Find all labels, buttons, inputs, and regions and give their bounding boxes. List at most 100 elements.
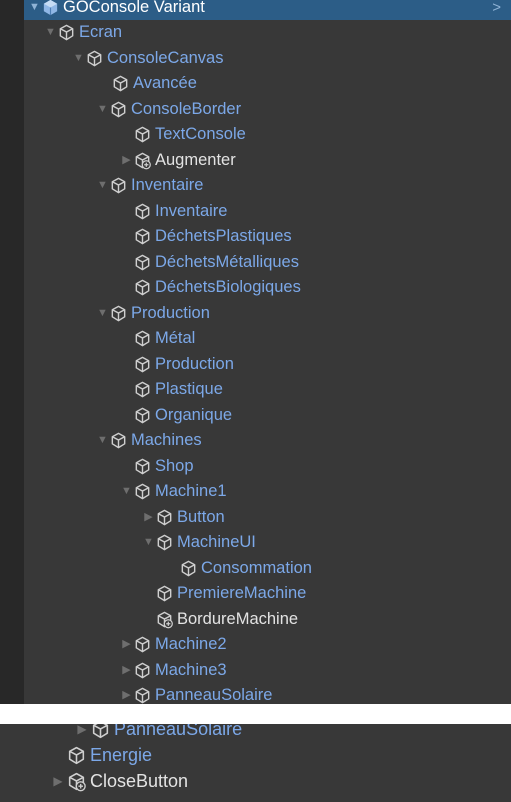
hierarchy-row[interactable]: Shop xyxy=(24,454,511,479)
hierarchy-row[interactable]: DéchetsPlastiques xyxy=(24,224,511,249)
hierarchy-row-label: ConsoleBorder xyxy=(131,99,242,118)
gameobject-cube-icon xyxy=(135,483,150,500)
hierarchy-row[interactable]: ▶ Augmenter xyxy=(24,148,511,173)
gameobject-cube-icon xyxy=(135,636,150,653)
hierarchy-row-label: Energie xyxy=(90,744,153,765)
gameobject-cube-icon xyxy=(111,177,126,194)
hierarchy-row-label: Machines xyxy=(131,431,202,449)
hierarchy-row[interactable]: ▶ PanneauSolaire xyxy=(24,683,511,704)
hierarchy-row[interactable]: Métal xyxy=(24,326,511,351)
gameobject-cube-icon xyxy=(181,560,196,576)
hierarchy-root-row[interactable]: ▼ GOConsole Variant xyxy=(24,0,511,20)
hierarchy-row[interactable]: BordureMachine xyxy=(24,607,511,632)
gameobject-cube-icon xyxy=(135,254,150,270)
gameobject-cube-icon xyxy=(135,203,150,219)
hierarchy-row[interactable]: ▶ PanneauSolaire xyxy=(46,724,511,742)
hierarchy-row[interactable]: Production xyxy=(24,352,511,377)
gameobject-cube-icon xyxy=(92,724,109,738)
gameobject-cube-icon xyxy=(135,381,150,398)
gameobject-cube-icon xyxy=(111,101,126,117)
hierarchy-row[interactable]: TextConsole xyxy=(24,122,511,147)
hierarchy-root-label: GOConsole Variant xyxy=(63,0,205,16)
hierarchy-row-label: Button xyxy=(177,507,225,526)
hierarchy-row-label: PanneauSolaire xyxy=(155,686,273,704)
hierarchy-row[interactable]: ▶ Machine3 xyxy=(24,658,511,683)
expand-arrow-icon[interactable]: ▶ xyxy=(120,658,133,683)
prefab-cube-icon xyxy=(43,0,58,16)
hierarchy-row[interactable]: Energie xyxy=(46,742,511,768)
collapse-arrow-icon[interactable]: ▼ xyxy=(96,173,109,198)
gameobject-cube-icon xyxy=(157,585,172,602)
hierarchy-row-label: Organique xyxy=(155,405,233,424)
hierarchy-row-label: Production xyxy=(131,303,210,322)
hierarchy-row[interactable]: ▶ CloseButton xyxy=(46,768,511,794)
hierarchy-row[interactable]: ▼ Production xyxy=(24,301,511,326)
collapse-arrow-icon[interactable]: ▼ xyxy=(44,20,57,45)
gameobject-cube-icon xyxy=(113,75,128,92)
gameobject-cube-icon xyxy=(68,746,85,764)
expand-arrow-icon[interactable]: ▶ xyxy=(120,148,133,173)
hierarchy-row[interactable]: ▼ MachineUI xyxy=(24,530,511,555)
gameobject-cube-icon xyxy=(157,509,172,525)
gameobject-cube-icon xyxy=(135,687,150,704)
gameobject-cube-add-icon xyxy=(68,772,86,791)
hierarchy-row[interactable]: Plastique xyxy=(24,377,511,402)
gameobject-cube-icon xyxy=(135,662,150,678)
gameobject-cube-add-icon xyxy=(157,611,173,628)
collapse-arrow-icon[interactable]: ▼ xyxy=(120,479,133,504)
expand-arrow-icon[interactable]: ▶ xyxy=(50,769,66,794)
hierarchy-row[interactable]: ▼ ConsoleCanvas xyxy=(24,46,511,71)
hierarchy-row-label: ConsoleCanvas xyxy=(107,48,224,67)
collapse-arrow-icon[interactable]: ▼ xyxy=(142,530,155,555)
open-prefab-chevron-icon[interactable]: > xyxy=(492,0,501,20)
hierarchy-row-label: Consommation xyxy=(201,558,312,577)
hierarchy-row[interactable]: ▼ Machines xyxy=(24,428,511,453)
hierarchy-row-label: Augmenter xyxy=(155,150,236,169)
collapse-arrow-icon[interactable]: ▼ xyxy=(96,428,109,453)
hierarchy-row[interactable]: Consommation xyxy=(24,556,511,581)
hierarchy-panel-continued: ▶ PanneauSolaire Energie ▶ CloseButton xyxy=(0,724,511,802)
hierarchy-row[interactable]: DéchetsMétalliques xyxy=(24,250,511,275)
collapse-arrow-icon[interactable]: ▼ xyxy=(96,97,109,122)
hierarchy-row-label: Machine1 xyxy=(155,482,227,500)
hierarchy-row[interactable]: Avancée xyxy=(24,71,511,96)
hierarchy-row-label: Machine2 xyxy=(155,635,227,653)
gameobject-cube-icon xyxy=(135,228,150,245)
hierarchy-row-label: Shop xyxy=(155,456,194,475)
expand-arrow-icon[interactable]: ▶ xyxy=(120,632,133,657)
hierarchy-row[interactable]: ▼ Machine1 xyxy=(24,479,511,504)
expand-arrow-icon[interactable]: ▶ xyxy=(120,683,133,704)
collapse-arrow-icon[interactable]: ▼ xyxy=(28,0,41,20)
hierarchy-gutter xyxy=(0,0,24,704)
gameobject-cube-icon xyxy=(157,534,172,551)
hierarchy-row-label: Avancée xyxy=(133,74,197,92)
hierarchy-row[interactable]: ▼ Inventaire xyxy=(24,173,511,198)
expand-arrow-icon[interactable]: ▶ xyxy=(74,724,90,742)
collapse-arrow-icon[interactable]: ▼ xyxy=(72,46,85,71)
hierarchy-row-label: Plastique xyxy=(155,380,223,398)
hierarchy-row[interactable]: ▼ Ecran xyxy=(24,20,511,45)
gameobject-cube-icon xyxy=(59,24,74,41)
hierarchy-row[interactable]: DéchetsBiologiques xyxy=(24,275,511,300)
hierarchy-row-label: TextConsole xyxy=(155,125,246,143)
hierarchy-row-label: MachineUI xyxy=(177,533,256,551)
expand-arrow-icon[interactable]: ▶ xyxy=(142,505,155,530)
hierarchy-row-label: DéchetsPlastiques xyxy=(155,227,292,245)
hierarchy-row[interactable]: ▶ Button xyxy=(24,505,511,530)
hierarchy-row-label: Inventaire xyxy=(131,176,204,194)
hierarchy-row[interactable]: Organique xyxy=(24,403,511,428)
hierarchy-row-label: Machine3 xyxy=(155,660,227,679)
hierarchy-row[interactable]: PremiereMachine xyxy=(24,581,511,606)
gameobject-cube-icon xyxy=(135,279,150,296)
collapse-arrow-icon[interactable]: ▼ xyxy=(96,301,109,326)
hierarchy-panel: ▼ GOConsole Variant > ▼ Ecran ▼ ConsoleCanv… xyxy=(0,0,511,704)
hierarchy-row[interactable]: ▶ Machine2 xyxy=(24,632,511,657)
hierarchy-row[interactable]: ▼ ConsoleBorder xyxy=(24,97,511,122)
hierarchy-row[interactable]: Inventaire xyxy=(24,199,511,224)
gameobject-cube-icon xyxy=(135,356,150,372)
hierarchy-row-label: DéchetsBiologiques xyxy=(155,278,301,296)
hierarchy-row-label: DéchetsMétalliques xyxy=(155,252,299,271)
screenshot-divider xyxy=(0,704,511,724)
gameobject-cube-icon xyxy=(111,432,126,449)
gameobject-cube-icon xyxy=(135,126,150,143)
